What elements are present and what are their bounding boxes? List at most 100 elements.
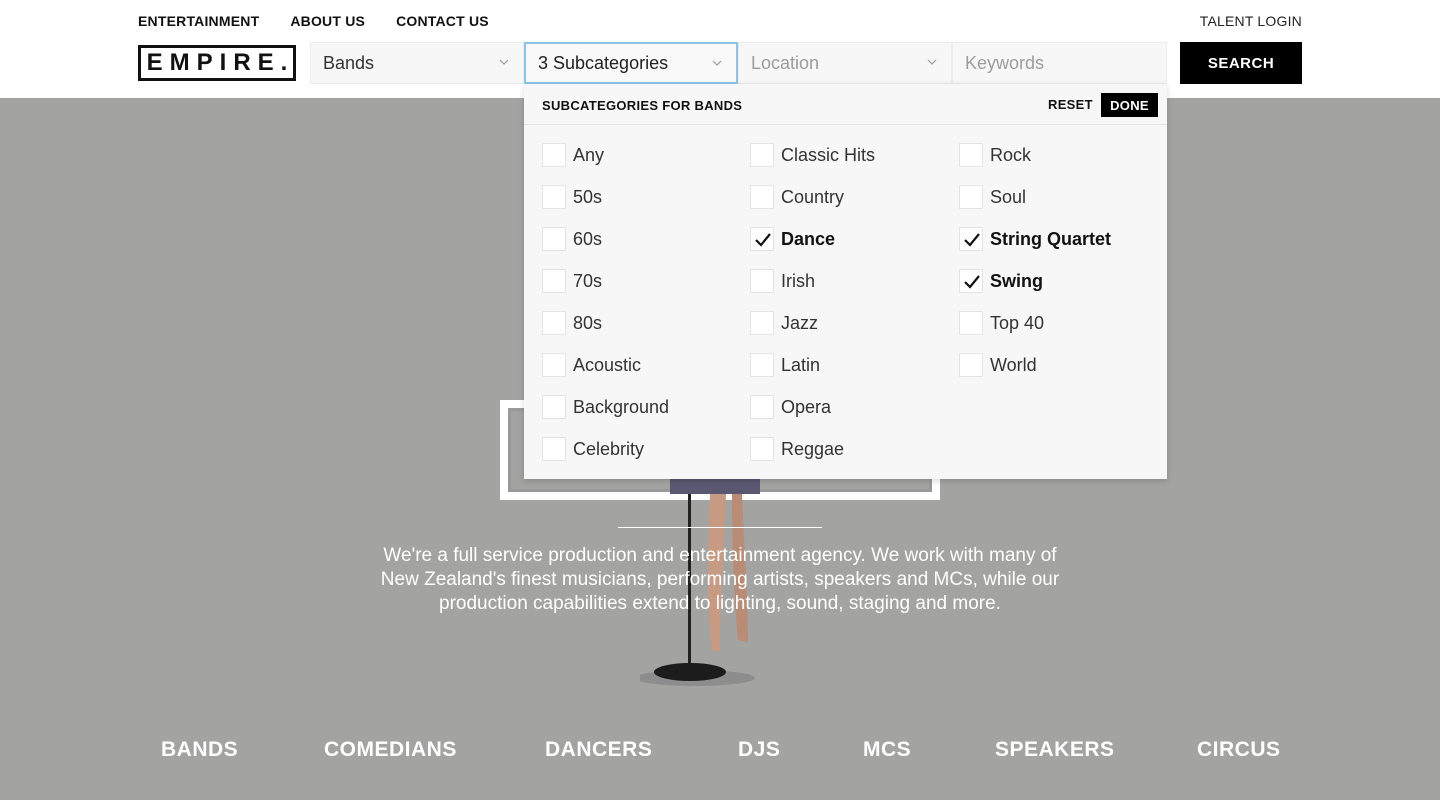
option-label: Latin	[781, 354, 821, 375]
option-opera[interactable]: Opera	[750, 395, 831, 419]
option-label: 50s	[573, 186, 603, 207]
option-label: World	[990, 354, 1037, 375]
checkbox[interactable]	[542, 269, 566, 293]
location-placeholder: Location	[751, 52, 820, 73]
done-button[interactable]: DONE	[1101, 93, 1158, 117]
checkbox[interactable]	[542, 395, 566, 419]
check-icon	[964, 275, 980, 289]
checkbox[interactable]	[959, 185, 983, 209]
option-label: 70s	[573, 270, 603, 291]
option-label: Acoustic	[573, 354, 642, 375]
category-djs[interactable]: DJS	[738, 738, 780, 762]
check-icon	[755, 233, 771, 247]
option-label: 80s	[573, 312, 603, 333]
category-dancers[interactable]: DANCERS	[545, 738, 652, 762]
checkbox[interactable]	[959, 143, 983, 167]
checkbox[interactable]	[750, 269, 774, 293]
checkbox[interactable]	[750, 185, 774, 209]
category-select[interactable]: Bands	[310, 42, 524, 84]
category-speakers[interactable]: SPEAKERS	[995, 738, 1115, 762]
hero-description: We're a full service production and ente…	[380, 545, 1060, 614]
option-any[interactable]: Any	[542, 143, 604, 167]
checkbox[interactable]	[959, 311, 983, 335]
category-bands[interactable]: BANDS	[161, 738, 238, 762]
checkbox[interactable]	[750, 311, 774, 335]
checkbox[interactable]	[542, 227, 566, 251]
checkbox[interactable]	[959, 227, 983, 251]
chevron-down-icon	[927, 59, 937, 65]
hero-divider	[618, 527, 822, 528]
option-label: Swing	[990, 270, 1043, 291]
empire-logo[interactable]: EMPIRE.	[138, 45, 296, 81]
option-label: Classic Hits	[781, 144, 876, 165]
option-irish[interactable]: Irish	[750, 269, 815, 293]
option-world[interactable]: World	[959, 353, 1037, 377]
nav-contact-us[interactable]: CONTACT US	[396, 13, 489, 29]
option-label: Soul	[990, 186, 1027, 207]
checkbox[interactable]	[959, 269, 983, 293]
option-soul[interactable]: Soul	[959, 185, 1026, 209]
chevron-down-icon	[499, 59, 509, 65]
option-label: Background	[573, 396, 670, 417]
search-button[interactable]: SEARCH	[1180, 42, 1302, 84]
option-country[interactable]: Country	[750, 185, 844, 209]
nav-entertainment[interactable]: ENTERTAINMENT	[138, 13, 259, 29]
option-top-40[interactable]: Top 40	[959, 311, 1044, 335]
checkbox[interactable]	[750, 437, 774, 461]
category-circus[interactable]: CIRCUS	[1197, 738, 1281, 762]
subcategory-dropdown: SUBCATEGORIES FOR BANDS RESET DONE Any 50…	[524, 84, 1167, 479]
subcategory-select[interactable]: 3 Subcategories	[524, 42, 738, 84]
option-label: Country	[781, 186, 845, 207]
keywords-field	[952, 42, 1167, 84]
checkbox[interactable]	[750, 227, 774, 251]
option-acoustic[interactable]: Acoustic	[542, 353, 641, 377]
nav-about-us[interactable]: ABOUT US	[290, 13, 365, 29]
checkbox[interactable]	[750, 353, 774, 377]
checkbox[interactable]	[959, 353, 983, 377]
option-label: Top 40	[990, 312, 1045, 333]
option-celebrity[interactable]: Celebrity	[542, 437, 644, 461]
option-70s[interactable]: 70s	[542, 269, 602, 293]
option-swing[interactable]: Swing	[959, 269, 1043, 293]
location-select[interactable]: Location	[738, 42, 952, 84]
checkbox[interactable]	[542, 143, 566, 167]
option-background[interactable]: Background	[542, 395, 669, 419]
checkbox[interactable]	[542, 437, 566, 461]
option-dance[interactable]: Dance	[750, 227, 835, 251]
checkbox[interactable]	[750, 395, 774, 419]
category-comedians[interactable]: COMEDIANS	[324, 738, 457, 762]
option-label: Irish	[781, 270, 816, 291]
option-label: Jazz	[781, 312, 819, 333]
dropdown-title: SUBCATEGORIES FOR BANDS	[542, 98, 743, 113]
check-icon	[964, 233, 980, 247]
checkbox[interactable]	[750, 143, 774, 167]
option-label: Rock	[990, 144, 1032, 165]
checkbox[interactable]	[542, 353, 566, 377]
option-label: 60s	[573, 228, 603, 249]
option-string-quartet[interactable]: String Quartet	[959, 227, 1111, 251]
checkbox[interactable]	[542, 311, 566, 335]
option-80s[interactable]: 80s	[542, 311, 602, 335]
option-label: Any	[573, 144, 605, 165]
category-select-value: Bands	[323, 52, 375, 73]
reset-button[interactable]: RESET	[1048, 97, 1093, 112]
option-label: Dance	[781, 228, 836, 249]
option-rock[interactable]: Rock	[959, 143, 1031, 167]
option-classic-hits[interactable]: Classic Hits	[750, 143, 875, 167]
option-jazz[interactable]: Jazz	[750, 311, 818, 335]
keywords-input[interactable]	[965, 52, 1166, 74]
option-latin[interactable]: Latin	[750, 353, 820, 377]
checkbox[interactable]	[542, 185, 566, 209]
category-mcs[interactable]: MCS	[863, 738, 911, 762]
option-60s[interactable]: 60s	[542, 227, 602, 251]
option-label: Opera	[781, 396, 832, 417]
option-label: String Quartet	[990, 228, 1112, 249]
top-nav: ENTERTAINMENT ABOUT US CONTACT US	[138, 13, 489, 29]
dropdown-header: SUBCATEGORIES FOR BANDS RESET DONE	[524, 84, 1167, 125]
option-label: Celebrity	[573, 438, 645, 459]
option-label: Reggae	[781, 438, 845, 459]
option-50s[interactable]: 50s	[542, 185, 602, 209]
talent-login-link[interactable]: TALENT LOGIN	[1200, 13, 1302, 29]
subcategory-select-value: 3 Subcategories	[538, 52, 669, 73]
option-reggae[interactable]: Reggae	[750, 437, 844, 461]
